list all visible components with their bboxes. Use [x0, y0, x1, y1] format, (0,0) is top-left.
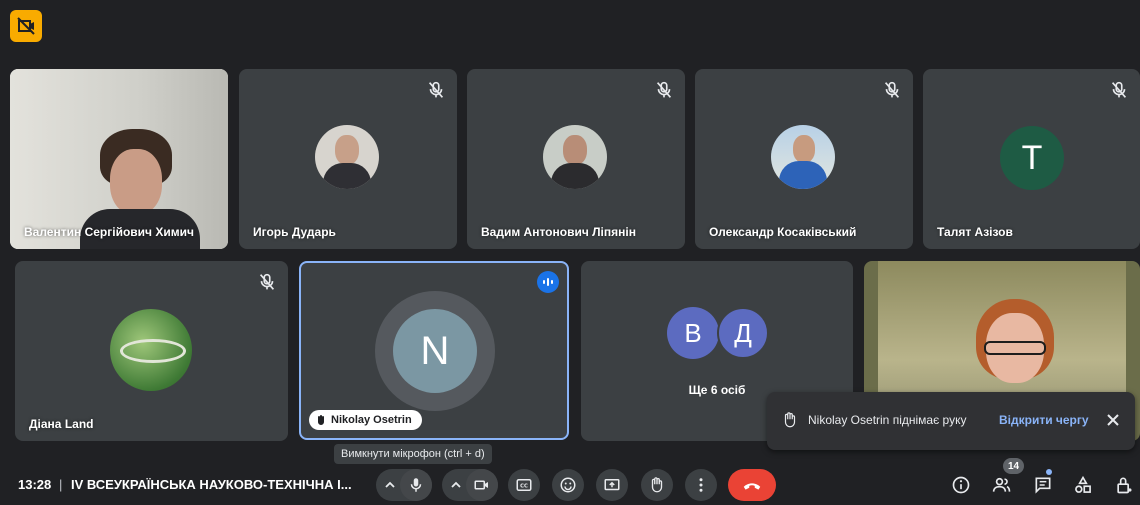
- participant-tile[interactable]: Олександр Косаківський: [695, 69, 913, 249]
- camera-control-group: [442, 469, 498, 501]
- participant-face: [110, 149, 162, 215]
- raise-hand-button[interactable]: [641, 469, 673, 501]
- participant-tile[interactable]: T Талят Азізов: [923, 69, 1140, 249]
- notification-text: Nikolay Osetrin піднімає руку: [808, 413, 967, 427]
- raised-hand-icon: [784, 412, 796, 428]
- mic-off-icon: [884, 81, 900, 98]
- meeting-title[interactable]: IV ВСЕУКРАЇНСЬКА НАУКОВО-ТЕХНІЧНА І...: [71, 477, 361, 492]
- host-controls-button[interactable]: [1109, 470, 1139, 500]
- raised-hand-icon: [651, 477, 663, 493]
- participant-name: Игорь Дударь: [253, 225, 336, 239]
- mic-icon: [410, 478, 422, 492]
- mic-off-icon: [656, 81, 672, 98]
- participant-name: Nikolay Osetrin: [331, 414, 412, 426]
- meeting-time: 13:28: [18, 477, 52, 492]
- camera-icon: [474, 480, 488, 490]
- chat-button[interactable]: [1028, 470, 1058, 500]
- footer-separator: |: [59, 477, 63, 492]
- mic-off-icon: [1111, 81, 1127, 98]
- info-icon: [952, 476, 970, 494]
- meeting-details-button[interactable]: [946, 470, 976, 500]
- closed-captions-icon: CC: [516, 479, 532, 491]
- participant-tile[interactable]: Валентин Сергійович Химич: [10, 69, 228, 249]
- tooltip-text: Вимкнути мікрофон (ctrl + d): [341, 448, 485, 460]
- participant-name: Талят Азізов: [937, 225, 1013, 239]
- more-vert-icon: [699, 478, 703, 492]
- emoji-icon: [560, 477, 576, 493]
- participant-initial-avatar: N: [393, 309, 477, 393]
- participant-avatar: [110, 309, 192, 391]
- hang-up-icon: [743, 483, 761, 490]
- participant-tile-active[interactable]: N Nikolay Osetrin: [299, 261, 569, 440]
- present-button[interactable]: [596, 469, 628, 501]
- participant-tile[interactable]: Игорь Дударь: [239, 69, 457, 249]
- participant-name-chip: Nikolay Osetrin: [309, 410, 422, 430]
- present-screen-icon: [604, 479, 620, 491]
- participant-name: Діана Land: [29, 417, 94, 431]
- participant-glasses: [984, 341, 1046, 355]
- people-button[interactable]: [987, 470, 1017, 500]
- chat-icon: [1035, 477, 1051, 494]
- participant-initial-avatar: Д: [717, 307, 769, 359]
- video-off-icon: [17, 17, 35, 35]
- mic-tooltip: Вимкнути мікрофон (ctrl + d): [334, 444, 492, 464]
- participant-initial-avatar: T: [1000, 126, 1064, 190]
- participant-avatar: [771, 125, 835, 189]
- mic-off-icon: [259, 273, 275, 290]
- participant-name: Вадим Антонович Ліпянін: [481, 225, 636, 239]
- speaking-indicator: [537, 271, 559, 293]
- participant-tile[interactable]: Діана Land: [15, 261, 288, 441]
- participant-name: Валентин Сергійович Химич: [24, 225, 194, 239]
- svg-text:CC: CC: [520, 484, 528, 490]
- activities-button[interactable]: [1068, 470, 1098, 500]
- participant-count-badge: 14: [1003, 458, 1025, 474]
- captions-button[interactable]: CC: [508, 469, 540, 501]
- raise-hand-notification: Nikolay Osetrin піднімає руку Відкрити ч…: [767, 392, 1135, 450]
- open-queue-link[interactable]: Відкрити чергу: [999, 413, 1089, 427]
- participant-name: Олександр Косаківський: [709, 225, 857, 239]
- chat-unread-dot: [1046, 469, 1052, 475]
- raised-hand-icon: [318, 415, 324, 425]
- people-icon: [992, 477, 1011, 492]
- mic-control-group: [376, 469, 432, 501]
- chevron-up-icon[interactable]: [449, 478, 463, 492]
- mic-off-icon: [428, 81, 444, 98]
- close-icon[interactable]: [1104, 411, 1122, 429]
- chevron-up-icon[interactable]: [383, 478, 397, 492]
- participant-initial-avatar: B: [667, 307, 719, 359]
- participant-count: 14: [1008, 460, 1020, 472]
- participant-avatar: [543, 125, 607, 189]
- more-options-button[interactable]: [685, 469, 717, 501]
- camera-button[interactable]: [466, 469, 498, 501]
- audio-wave-icon: [543, 278, 553, 286]
- mic-button[interactable]: [400, 469, 432, 501]
- participant-tile[interactable]: Вадим Антонович Ліпянін: [467, 69, 685, 249]
- activities-shapes-icon: [1075, 475, 1091, 493]
- meeting-status-badge[interactable]: [10, 10, 42, 42]
- lock-person-icon: [1117, 477, 1132, 494]
- participant-avatar: [315, 125, 379, 189]
- end-call-button[interactable]: [728, 469, 776, 501]
- reactions-button[interactable]: [552, 469, 584, 501]
